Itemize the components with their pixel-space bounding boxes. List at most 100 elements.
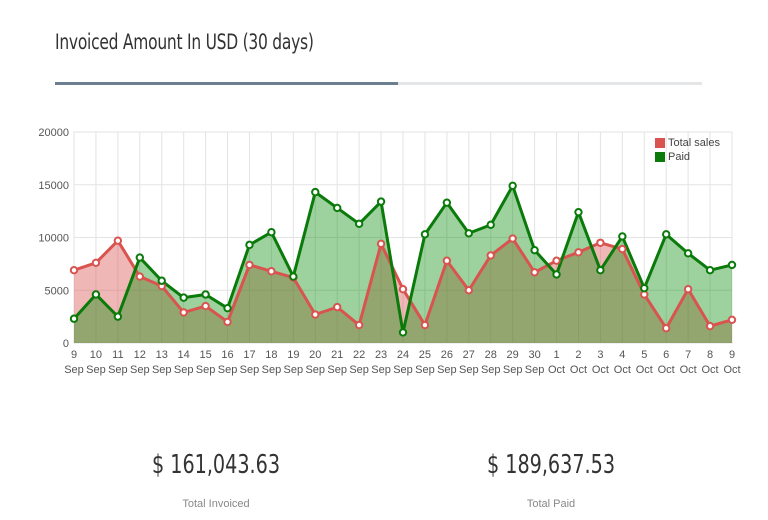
title-divider-accent <box>55 82 398 85</box>
data-point-total-sales <box>618 244 627 254</box>
x-tick-label-day: 5 <box>641 349 647 361</box>
x-tick-label-month: Oct <box>636 364 653 376</box>
x-tick-label-month: Sep <box>64 364 84 376</box>
data-point-total-sales <box>333 302 342 312</box>
x-tick-label-month: Sep <box>262 364 282 376</box>
x-tick-label-day: 10 <box>90 349 102 361</box>
y-tick-label: 20000 <box>38 127 69 139</box>
legend-item-total-sales[interactable]: Total sales <box>655 136 720 150</box>
x-tick-label-month: Sep <box>459 364 479 376</box>
data-point-total-sales <box>354 320 364 330</box>
data-point-paid <box>552 270 561 279</box>
x-tick-label-month: Sep <box>152 364 172 376</box>
x-tick-label-day: 9 <box>729 349 735 361</box>
x-tick-label-day: 13 <box>156 349 168 361</box>
data-point-paid <box>91 290 101 299</box>
data-point-paid <box>683 249 693 258</box>
x-tick-label-month: Oct <box>702 364 719 376</box>
data-point-total-sales <box>705 321 715 331</box>
data-point-total-sales <box>508 234 517 243</box>
x-tick-label-day: 21 <box>331 349 343 361</box>
data-point-paid <box>135 253 145 262</box>
x-tick-label-day: 20 <box>309 349 321 361</box>
x-tick-label-day: 8 <box>707 349 713 361</box>
data-point-paid <box>574 207 583 217</box>
data-point-total-sales <box>398 284 408 294</box>
data-point-paid <box>486 220 495 230</box>
data-point-total-sales <box>179 308 188 317</box>
x-tick-label-day: 22 <box>353 349 365 361</box>
x-tick-label-day: 29 <box>507 349 519 361</box>
x-tick-label-month: Oct <box>548 364 565 376</box>
data-point-total-sales <box>267 267 276 276</box>
x-tick-label-day: 26 <box>441 349 453 361</box>
invoiced-amount-chart: 050001000015000200009Sep10Sep11Sep12Sep1… <box>38 127 740 376</box>
legend-swatch-paid <box>655 152 665 162</box>
x-tick-label-day: 6 <box>663 349 669 361</box>
data-point-total-sales <box>223 317 232 327</box>
x-tick-label-month: Oct <box>592 364 609 376</box>
data-point-total-sales <box>311 310 320 319</box>
x-tick-label-month: Sep <box>415 364 435 376</box>
x-tick-label-day: 7 <box>685 349 691 361</box>
data-point-paid <box>333 203 342 213</box>
x-tick-label-month: Sep <box>240 364 260 376</box>
x-tick-label-month: Sep <box>86 364 106 376</box>
y-tick-label: 10000 <box>38 233 69 245</box>
data-point-paid <box>311 187 320 197</box>
data-point-paid <box>157 276 166 285</box>
x-tick-label-day: 9 <box>71 349 77 361</box>
x-tick-label-month: Oct <box>723 364 740 376</box>
legend-item-paid[interactable]: Paid <box>655 150 720 164</box>
x-tick-label-month: Sep <box>305 364 325 376</box>
x-tick-label-month: Sep <box>284 364 304 376</box>
x-tick-label-month: Sep <box>437 364 457 376</box>
x-tick-label-month: Oct <box>570 364 587 376</box>
data-point-paid <box>662 230 671 239</box>
data-point-paid <box>464 229 473 238</box>
x-tick-label-month: Sep <box>349 364 369 376</box>
x-tick-label-day: 27 <box>463 349 475 361</box>
x-tick-label-month: Sep <box>218 364 238 376</box>
total-paid-value: $ 189,637.53 <box>486 450 616 480</box>
data-point-paid <box>530 245 539 255</box>
y-tick-label: 0 <box>63 338 69 350</box>
data-point-total-sales <box>442 256 452 265</box>
x-tick-label-month: Sep <box>130 364 150 376</box>
x-tick-label-month: Sep <box>525 364 545 376</box>
data-point-paid <box>69 314 79 323</box>
x-tick-label-month: Sep <box>196 364 216 376</box>
data-point-paid <box>618 232 627 241</box>
data-point-paid <box>727 260 737 270</box>
legend-swatch-total-sales <box>655 138 665 148</box>
x-tick-label-day: 11 <box>112 349 123 361</box>
x-tick-label-day: 24 <box>397 349 409 361</box>
data-point-paid <box>289 272 298 281</box>
x-tick-label-month: Sep <box>174 364 194 376</box>
y-tick-label: 15000 <box>38 180 69 192</box>
data-point-paid <box>705 266 715 275</box>
data-point-total-sales <box>113 236 123 245</box>
data-point-paid <box>223 303 232 313</box>
x-tick-label-day: 15 <box>199 349 211 361</box>
x-tick-label-day: 18 <box>265 349 277 361</box>
x-tick-label-month: Sep <box>393 364 413 376</box>
x-tick-label-day: 30 <box>528 349 540 361</box>
total-invoiced-value: $ 161,043.63 <box>151 450 281 480</box>
data-point-total-sales <box>464 286 473 295</box>
total-paid-stat: $ 189,637.53 Total Paid <box>421 450 681 510</box>
data-point-paid <box>596 266 605 275</box>
x-tick-label-month: Sep <box>108 364 128 376</box>
total-paid-label: Total Paid <box>526 498 576 510</box>
data-point-paid <box>201 290 210 299</box>
x-tick-label-day: 17 <box>243 349 255 361</box>
title-divider <box>55 82 702 85</box>
x-tick-label-day: 28 <box>485 349 497 361</box>
data-point-paid <box>508 181 517 191</box>
total-invoiced-stat: $ 161,043.63 Total Invoiced <box>86 450 346 510</box>
data-point-paid <box>354 219 364 228</box>
x-tick-label-month: Sep <box>371 364 391 376</box>
x-tick-label-day: 1 <box>553 349 559 361</box>
x-tick-label-day: 16 <box>221 349 233 361</box>
legend-label-paid: Paid <box>668 151 691 163</box>
